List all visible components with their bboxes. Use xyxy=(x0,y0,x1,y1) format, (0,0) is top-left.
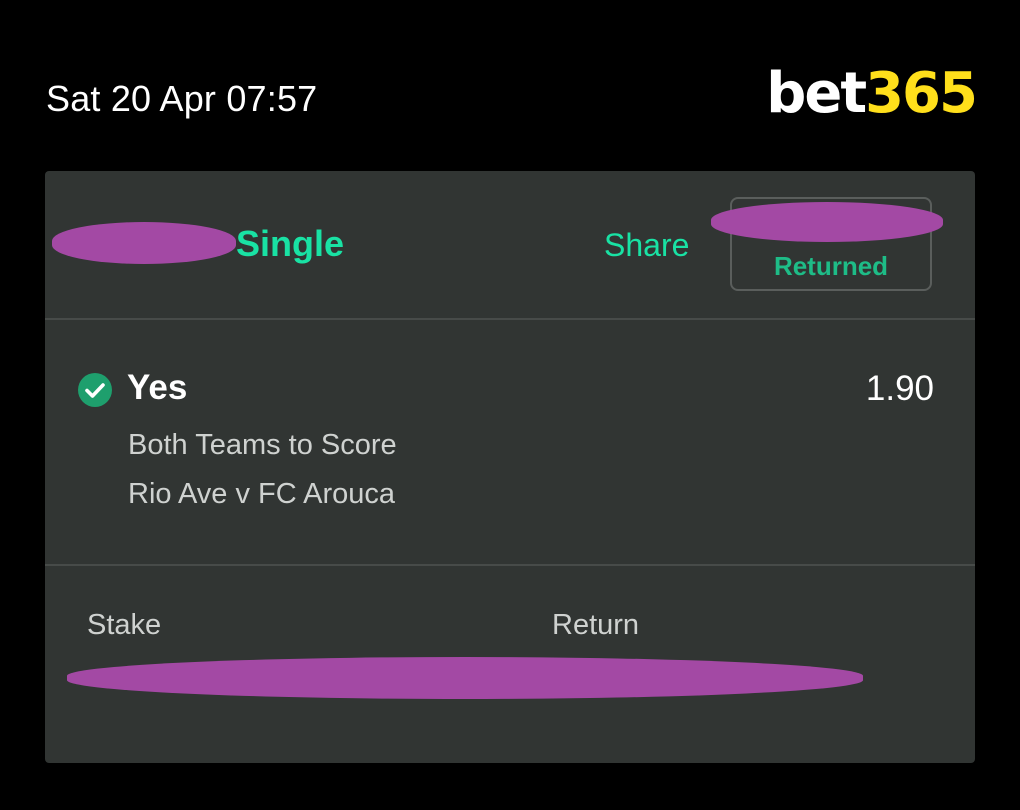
bet365-logo: bet365 xyxy=(766,66,978,122)
stake-label: Stake xyxy=(87,609,162,641)
selection-odds: 1.90 xyxy=(865,369,934,408)
logo-text-bet: bet xyxy=(766,61,867,126)
event-name: Rio Ave v FC Arouca xyxy=(128,478,396,510)
selection-divider xyxy=(45,564,975,566)
share-button[interactable]: Share xyxy=(604,227,689,264)
logo-text-365: 365 xyxy=(865,61,978,126)
header-divider xyxy=(45,318,975,320)
redacted-return-amount xyxy=(711,202,943,242)
return-label: Return xyxy=(552,609,640,641)
status-text: Returned xyxy=(773,251,889,281)
redacted-stake-amount xyxy=(52,222,236,264)
check-circle-icon xyxy=(78,373,112,407)
bet-slip-card[interactable]: Single Share Returned Yes 1.90 Both Team… xyxy=(45,171,975,763)
redacted-stake-return-values xyxy=(67,657,863,699)
selection-name: Yes xyxy=(127,368,188,407)
bet-type-label: Single xyxy=(236,223,345,264)
market-name: Both Teams to Score xyxy=(128,429,397,461)
status-bar-datetime: Sat 20 Apr 07:57 xyxy=(46,78,318,119)
